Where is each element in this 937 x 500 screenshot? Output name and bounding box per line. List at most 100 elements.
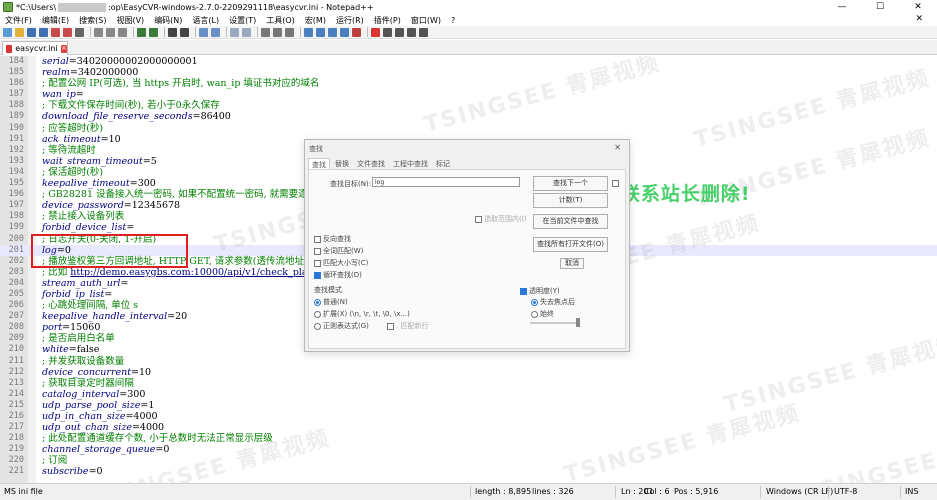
- code-line[interactable]: 218 ; 此处配置通道缓存个数, 小于总数时无法正常显示层级: [0, 433, 937, 444]
- line-text: forbid_device_list=: [42, 222, 134, 233]
- eol-format[interactable]: Windows (CR LF): [766, 487, 833, 496]
- function-list-icon[interactable]: [328, 27, 337, 37]
- equals-sign: =: [123, 200, 132, 212]
- cancel-button[interactable]: 取消: [560, 258, 584, 269]
- menu-settings[interactable]: 设置(T): [224, 15, 261, 26]
- transparency-slider[interactable]: [530, 322, 578, 324]
- config-value: 300: [127, 388, 146, 400]
- always-radio[interactable]: 始终: [531, 309, 554, 319]
- code-line[interactable]: 189 download_file_reserve_seconds=86400: [0, 111, 937, 122]
- transparency-slider-thumb[interactable]: [576, 318, 580, 327]
- replace-icon[interactable]: [180, 27, 189, 37]
- find-icon[interactable]: [168, 27, 177, 37]
- mode-regex-radio[interactable]: 正则表达式(G): [314, 321, 369, 331]
- menu-plugins[interactable]: 插件(P): [369, 15, 406, 26]
- find-what-input[interactable]: log: [372, 177, 520, 187]
- maximize-button[interactable]: ☐: [861, 0, 899, 14]
- indent-guide-icon[interactable]: [285, 27, 294, 37]
- udl-icon[interactable]: [304, 27, 313, 37]
- copy-icon[interactable]: [106, 27, 115, 37]
- tab-close-icon[interactable]: ✕: [60, 44, 67, 53]
- insert-mode[interactable]: INS: [905, 487, 918, 496]
- menu-search[interactable]: 搜索(S): [74, 15, 111, 26]
- menu-encoding[interactable]: 编码(N): [149, 15, 187, 26]
- dot-matches-newline-checkbox[interactable]: . 匹配新行: [387, 321, 428, 331]
- backward-direction-checkbox[interactable]: 反向查找: [314, 234, 351, 244]
- close-all-icon[interactable]: [63, 27, 72, 37]
- undo-icon[interactable]: [137, 27, 146, 37]
- code-line[interactable]: 221 subscribe=0: [0, 466, 937, 477]
- in-selection-checkbox[interactable]: 选取范围内(I): [475, 214, 527, 224]
- record-macro-icon[interactable]: [371, 27, 380, 37]
- match-case-checkbox[interactable]: 匹配大小写(C): [314, 258, 368, 268]
- code-line[interactable]: 211 ; 并发获取设备数量: [0, 356, 937, 367]
- find-next-button[interactable]: 查找下一个: [533, 176, 608, 191]
- on-losing-focus-radio[interactable]: 失去焦点后: [531, 297, 575, 307]
- code-line[interactable]: 184 serial=34020000002000000001: [0, 56, 937, 67]
- code-line[interactable]: 212 device_concurrent=10: [0, 367, 937, 378]
- save-macro-icon[interactable]: [419, 27, 428, 37]
- wrap-around-checkbox[interactable]: 循环查找(D): [314, 270, 362, 280]
- menu-edit[interactable]: 编辑(E): [37, 15, 74, 26]
- zoom-out-icon[interactable]: [211, 27, 220, 37]
- paste-icon[interactable]: [118, 27, 127, 37]
- new-file-icon[interactable]: [3, 27, 12, 37]
- cut-icon[interactable]: [94, 27, 103, 37]
- zoom-in-icon[interactable]: [199, 27, 208, 37]
- code-line[interactable]: 220 ; 订阅: [0, 455, 937, 466]
- menu-file[interactable]: 文件(F): [0, 15, 37, 26]
- code-line[interactable]: 215 udp_parse_pool_size=1: [0, 400, 937, 411]
- match-whole-word-checkbox[interactable]: 全词匹配(W): [314, 246, 363, 256]
- minimize-button[interactable]: —: [823, 0, 861, 14]
- find-all-current-doc-button[interactable]: 在当前文件中查找: [533, 214, 608, 229]
- sync-horizontal-icon[interactable]: [242, 27, 251, 37]
- close-file-icon[interactable]: [51, 27, 60, 37]
- close-document-icon[interactable]: ✕: [915, 14, 923, 24]
- code-line[interactable]: 187 wan_ip=: [0, 89, 937, 100]
- mode-extended-radio[interactable]: 扩展(X) (\n, \r, \t, \0, \x...): [314, 309, 410, 319]
- code-line[interactable]: 185 realm=3402000000: [0, 67, 937, 78]
- menu-language[interactable]: 语言(L): [187, 15, 224, 26]
- code-line[interactable]: 219 channel_storage_queue=0: [0, 444, 937, 455]
- sync-vertical-icon[interactable]: [230, 27, 239, 37]
- code-line[interactable]: 213 ; 获取目录定时器间隔: [0, 378, 937, 389]
- config-key: device_concurrent: [42, 366, 132, 378]
- print-icon[interactable]: [75, 27, 84, 37]
- tab-easycvr-ini[interactable]: easycvr.ini ✕: [2, 41, 68, 55]
- url-link[interactable]: http://demo.easygbs.com:10000/api/v1/che…: [70, 267, 339, 278]
- code-line[interactable]: 186 ; 配置公网 IP(可选), 当 https 开启时, wan_ip 填证…: [0, 78, 937, 89]
- play-macro-icon[interactable]: [395, 27, 404, 37]
- mode-normal-radio[interactable]: 普通(N): [314, 297, 348, 307]
- redo-icon[interactable]: [149, 27, 158, 37]
- save-all-icon[interactable]: [39, 27, 48, 37]
- code-line[interactable]: 217 udp_out_chan_size=4000: [0, 422, 937, 433]
- close-window-button[interactable]: ✕: [899, 0, 937, 14]
- play-multiple-macro-icon[interactable]: [407, 27, 416, 37]
- code-line[interactable]: 216 udp_in_chan_size=4000: [0, 411, 937, 422]
- stop-macro-icon[interactable]: [383, 27, 392, 37]
- menu-run[interactable]: 运行(R): [331, 15, 369, 26]
- dialog-close-icon[interactable]: ✕: [614, 143, 621, 152]
- find-next-direction-checkbox[interactable]: [612, 180, 621, 187]
- open-file-icon[interactable]: [15, 27, 24, 37]
- save-icon[interactable]: [27, 27, 36, 37]
- find-all-opened-docs-button[interactable]: 查找所有打开文件(O): [533, 237, 608, 252]
- code-line[interactable]: 214 catalog_interval=300: [0, 389, 937, 400]
- encoding[interactable]: UTF-8: [834, 487, 857, 496]
- folder-workspace-icon[interactable]: [340, 27, 349, 37]
- menu-tools[interactable]: 工具(O): [261, 15, 300, 26]
- menu-macro[interactable]: 宏(M): [300, 15, 331, 26]
- menu-view[interactable]: 视图(V): [111, 15, 149, 26]
- word-wrap-icon[interactable]: [261, 27, 270, 37]
- transparency-checkbox[interactable]: 透明度(Y): [520, 286, 560, 296]
- line-number: 216: [8, 411, 24, 421]
- doc-map-icon[interactable]: [316, 27, 325, 37]
- menu-window[interactable]: 窗口(W): [406, 15, 446, 26]
- show-all-chars-icon[interactable]: [273, 27, 282, 37]
- code-line[interactable]: 188 ; 下载文件保存时间(秒), 若小于0永久保存: [0, 100, 937, 111]
- line-text: ; 此处配置通道缓存个数, 小于总数时无法正常显示层级: [42, 433, 273, 444]
- monitoring-icon[interactable]: [352, 27, 361, 37]
- code-line[interactable]: 190 ; 应答超时(秒): [0, 123, 937, 134]
- count-button[interactable]: 计数(T): [533, 193, 608, 208]
- menu-help[interactable]: ?: [446, 16, 460, 25]
